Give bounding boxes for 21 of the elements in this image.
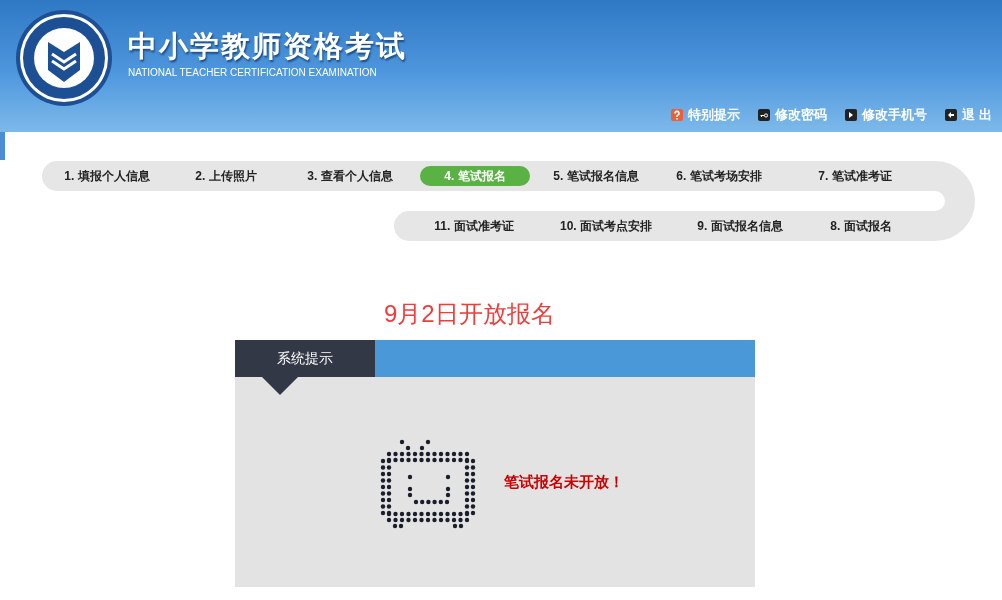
notice-heading: 9月2日开放报名 xyxy=(384,299,556,329)
step-tab[interactable]: 6. 笔试考场安排 xyxy=(674,166,764,186)
status-message: 笔试报名未开放！ xyxy=(504,471,624,492)
step-tab[interactable]: 11. 面试准考证 xyxy=(432,216,516,236)
step-tab[interactable]: 2. 上传照片 xyxy=(193,166,259,186)
logout-icon xyxy=(945,108,958,121)
step-tab[interactable]: 9. 面试报名信息 xyxy=(695,216,785,236)
step-tab[interactable]: 5. 笔试报名信息 xyxy=(551,166,641,186)
step-tab[interactable]: 8. 面试报名 xyxy=(828,216,894,236)
site-title: 中小学教师资格考试 xyxy=(128,29,407,64)
pointer-icon xyxy=(262,377,298,395)
step-tab[interactable]: 3. 查看个人信息 xyxy=(305,166,395,186)
step-tab[interactable]: 1. 填报个人信息 xyxy=(62,166,152,186)
emblem-icon xyxy=(14,8,114,108)
accent-bar xyxy=(0,132,5,160)
step-tab[interactable]: 10. 面试考点安排 xyxy=(558,216,654,236)
site-subtitle: NATIONAL TEACHER CERTIFICATION EXAMINATION xyxy=(128,66,378,80)
arrow-right-icon xyxy=(845,108,858,121)
key-icon xyxy=(758,108,771,121)
help-icon xyxy=(671,108,684,121)
step-tab[interactable]: 7. 笔试准考证 xyxy=(816,166,894,186)
